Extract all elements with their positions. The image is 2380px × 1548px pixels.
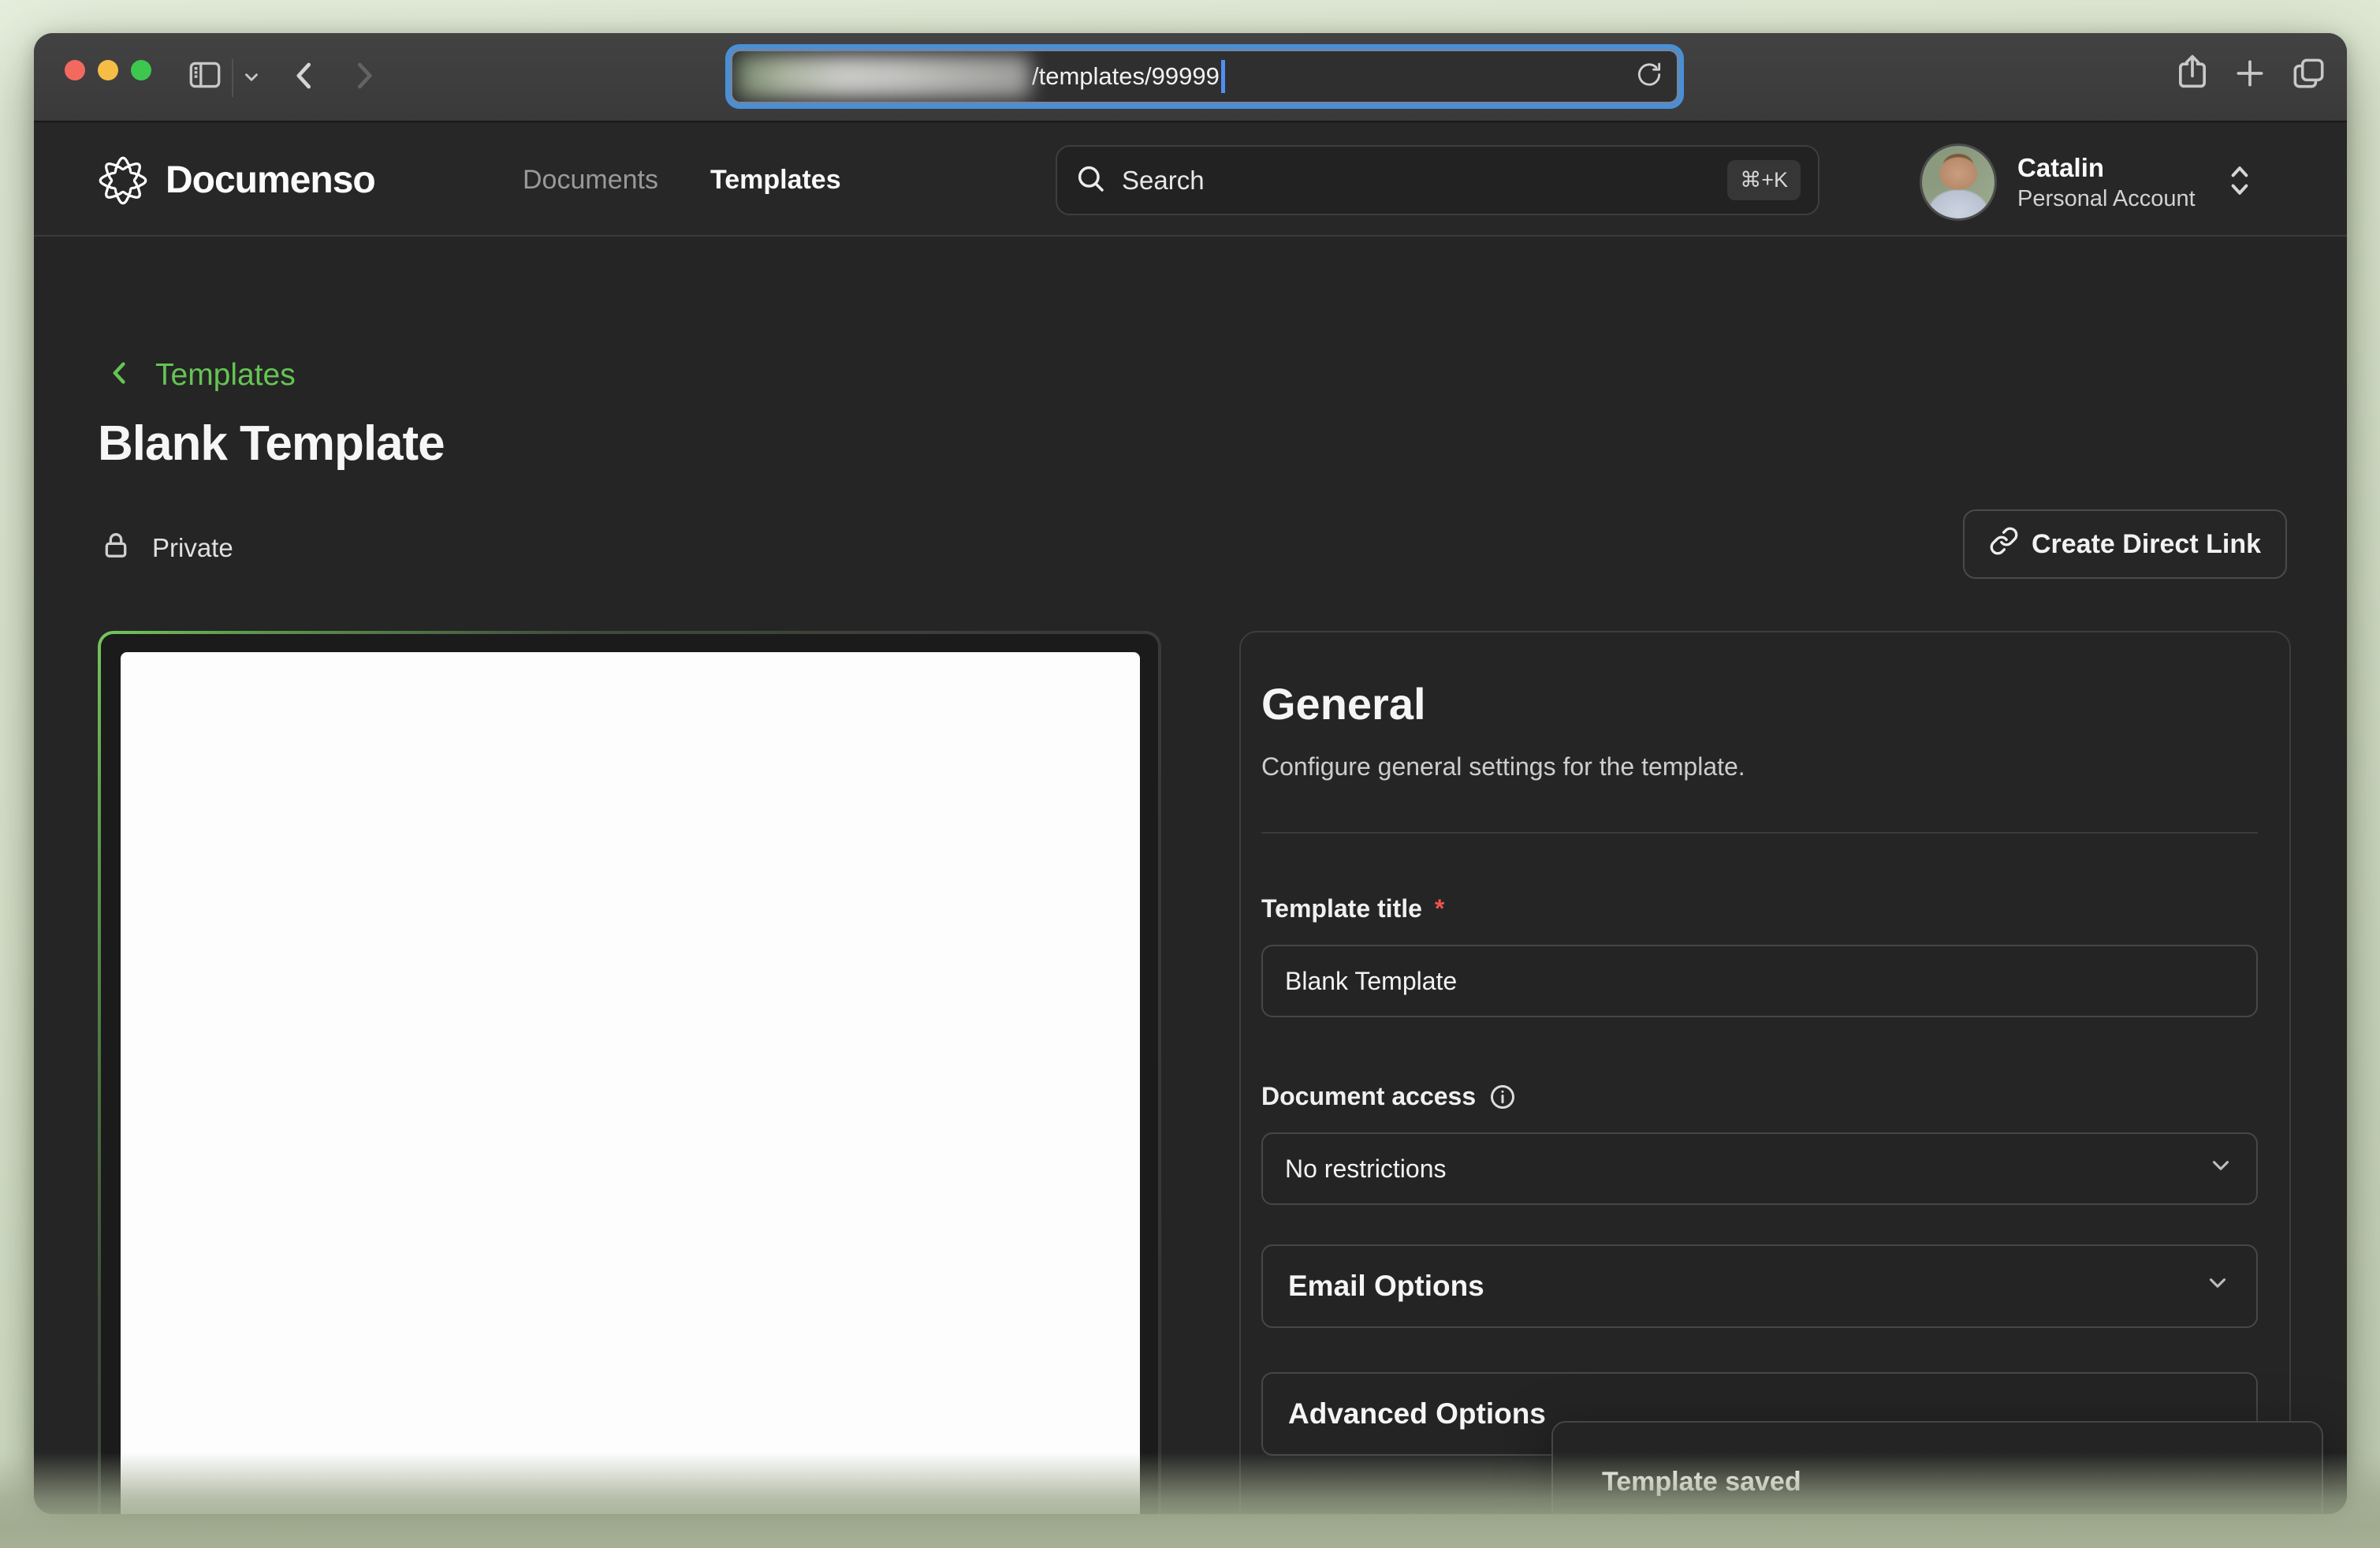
app-surface: Documenso Documents Templates ⌘+K Catali…	[34, 124, 2347, 1514]
zoom-window-button[interactable]	[131, 60, 151, 80]
avatar	[1920, 144, 1997, 221]
tab-overview-icon[interactable]	[2289, 54, 2328, 93]
nav-item-templates[interactable]: Templates	[710, 165, 841, 196]
documenso-logo[interactable]: Documenso	[98, 124, 375, 237]
create-direct-link-button[interactable]: Create Direct Link	[1963, 509, 2287, 579]
sidebar-toggle-icon[interactable]	[185, 55, 225, 95]
visibility-label: Private	[152, 533, 233, 563]
nav-item-documents[interactable]: Documents	[523, 165, 658, 196]
blank-document-page	[121, 652, 1140, 1514]
url-path-text: /templates/99999	[1032, 62, 1220, 91]
breadcrumb-templates-link[interactable]: Templates	[103, 355, 296, 395]
account-menu[interactable]: Catalin Personal Account	[1920, 143, 2255, 222]
email-options-section[interactable]: Email Options	[1261, 1244, 2258, 1328]
link-icon	[1989, 526, 2019, 563]
blurred-url-domain	[737, 55, 1030, 98]
document-access-value: No restrictions	[1285, 1154, 1447, 1184]
search-shortcut-badge: ⌘+K	[1727, 160, 1801, 200]
general-settings-panel: General Configure general settings for t…	[1239, 631, 2291, 1514]
back-button[interactable]	[283, 54, 327, 98]
reload-icon[interactable]	[1634, 60, 1664, 94]
chevron-left-icon	[103, 355, 136, 395]
template-title-label: Template title *	[1261, 894, 2258, 923]
info-icon[interactable]	[1488, 1083, 1517, 1111]
panel-title: General	[1261, 678, 2258, 729]
required-asterisk: *	[1435, 894, 1444, 923]
panel-divider	[1261, 832, 2258, 834]
toolbar-divider	[232, 59, 233, 97]
close-window-button[interactable]	[65, 60, 85, 80]
visibility-status: Private	[100, 528, 233, 569]
browser-toolbar: /templates/99999	[34, 33, 2347, 122]
template-title-input[interactable]	[1261, 945, 2258, 1017]
chevron-down-icon	[2204, 1270, 2231, 1304]
chevron-down-icon	[2207, 1152, 2234, 1185]
breadcrumb-label: Templates	[155, 358, 296, 393]
chevrons-up-down-icon	[2224, 162, 2255, 203]
account-text: Catalin Personal Account	[2017, 151, 2196, 213]
document-access-label: Document access	[1261, 1082, 2258, 1111]
toast-title: Template saved	[1602, 1467, 2273, 1498]
new-tab-plus-icon[interactable]	[2230, 54, 2270, 93]
account-name: Catalin	[2017, 151, 2196, 184]
app-header: Documenso Documents Templates ⌘+K Catali…	[34, 124, 2347, 237]
page-title: Blank Template	[98, 416, 445, 472]
email-options-label: Email Options	[1288, 1270, 1484, 1303]
advanced-options-label: Advanced Options	[1288, 1397, 1546, 1431]
lock-icon	[100, 528, 132, 569]
browser-window: /templates/99999	[34, 33, 2347, 1514]
global-search[interactable]: ⌘+K	[1056, 145, 1819, 215]
documenso-rosette-icon	[98, 155, 148, 206]
text-caret	[1221, 60, 1225, 93]
account-type: Personal Account	[2017, 185, 2196, 213]
toast-notification: Template saved Your templates has been s…	[1551, 1421, 2323, 1514]
document-preview-card	[98, 631, 1161, 1514]
brand-name: Documenso	[166, 159, 375, 202]
search-input[interactable]	[1122, 166, 1711, 196]
search-icon	[1075, 162, 1106, 198]
share-icon[interactable]	[2172, 52, 2213, 93]
main-nav: Documents Templates	[523, 124, 841, 237]
forward-button[interactable]	[341, 54, 385, 98]
document-access-select[interactable]: No restrictions	[1261, 1132, 2258, 1205]
sidebar-menu-chevron-down-icon[interactable]	[241, 67, 262, 88]
document-preview-frame	[101, 634, 1158, 1514]
panel-description: Configure general settings for the templ…	[1261, 752, 2258, 781]
minimize-window-button[interactable]	[98, 60, 118, 80]
create-direct-link-label: Create Direct Link	[2032, 529, 2261, 560]
address-bar[interactable]: /templates/99999	[725, 44, 1684, 109]
